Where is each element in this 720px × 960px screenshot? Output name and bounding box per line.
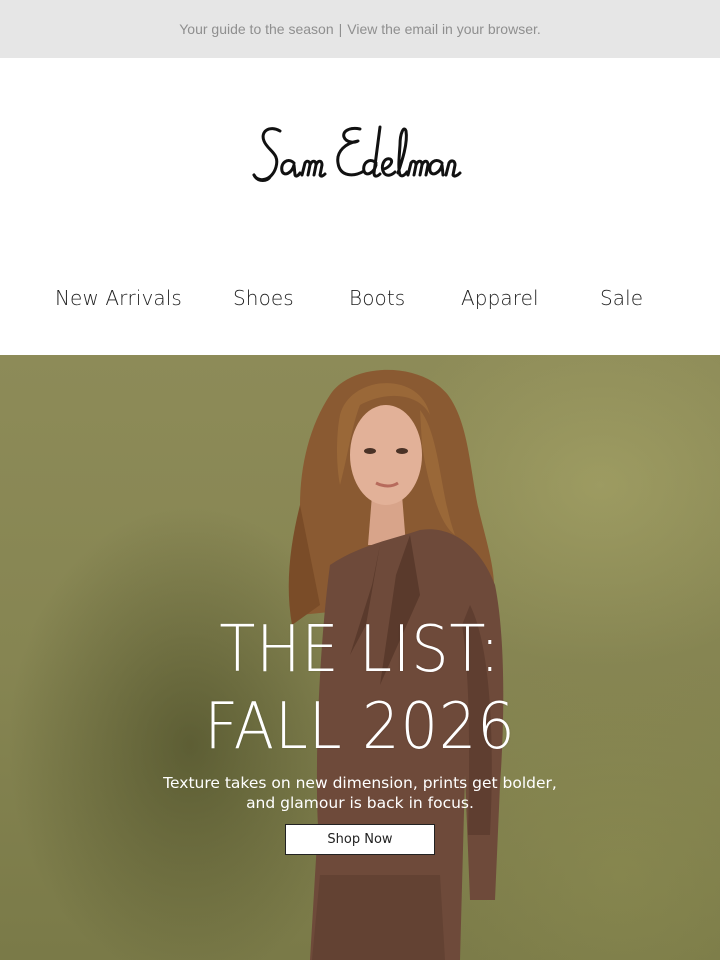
hero-subcopy-line2: and glamour is back in focus. <box>246 794 474 812</box>
view-in-browser-link[interactable]: View the email in your browser. <box>347 21 541 37</box>
main-navigation: New Arrivals Shoes Boots Apparel Sale <box>0 268 720 330</box>
nav-item-new-arrivals[interactable]: New Arrivals <box>55 286 182 310</box>
hero-headline-line1: THE LIST: <box>219 613 501 687</box>
nav-item-apparel[interactable]: Apparel <box>461 286 539 310</box>
preheader-separator: | <box>338 21 343 37</box>
nav-item-sale[interactable]: Sale <box>600 286 643 310</box>
season-guide-link[interactable]: Your guide to the season <box>179 21 333 37</box>
nav-item-shoes[interactable]: Shoes <box>233 286 294 310</box>
hero-banner[interactable]: THE LIST: FALL 2026 Texture takes on new… <box>0 355 720 960</box>
shop-now-button[interactable]: Shop Now <box>285 824 435 855</box>
nav-item-boots[interactable]: Boots <box>349 286 405 310</box>
hero-headline-line2: FALL 2026 <box>204 690 516 764</box>
hero-subcopy-line1: Texture takes on new dimension, prints g… <box>163 774 557 792</box>
preheader-bar: Your guide to the season | View the emai… <box>0 0 720 58</box>
hero-subcopy: Texture takes on new dimension, prints g… <box>0 773 720 813</box>
brand-logo[interactable] <box>250 123 470 193</box>
logo-container <box>0 58 720 258</box>
